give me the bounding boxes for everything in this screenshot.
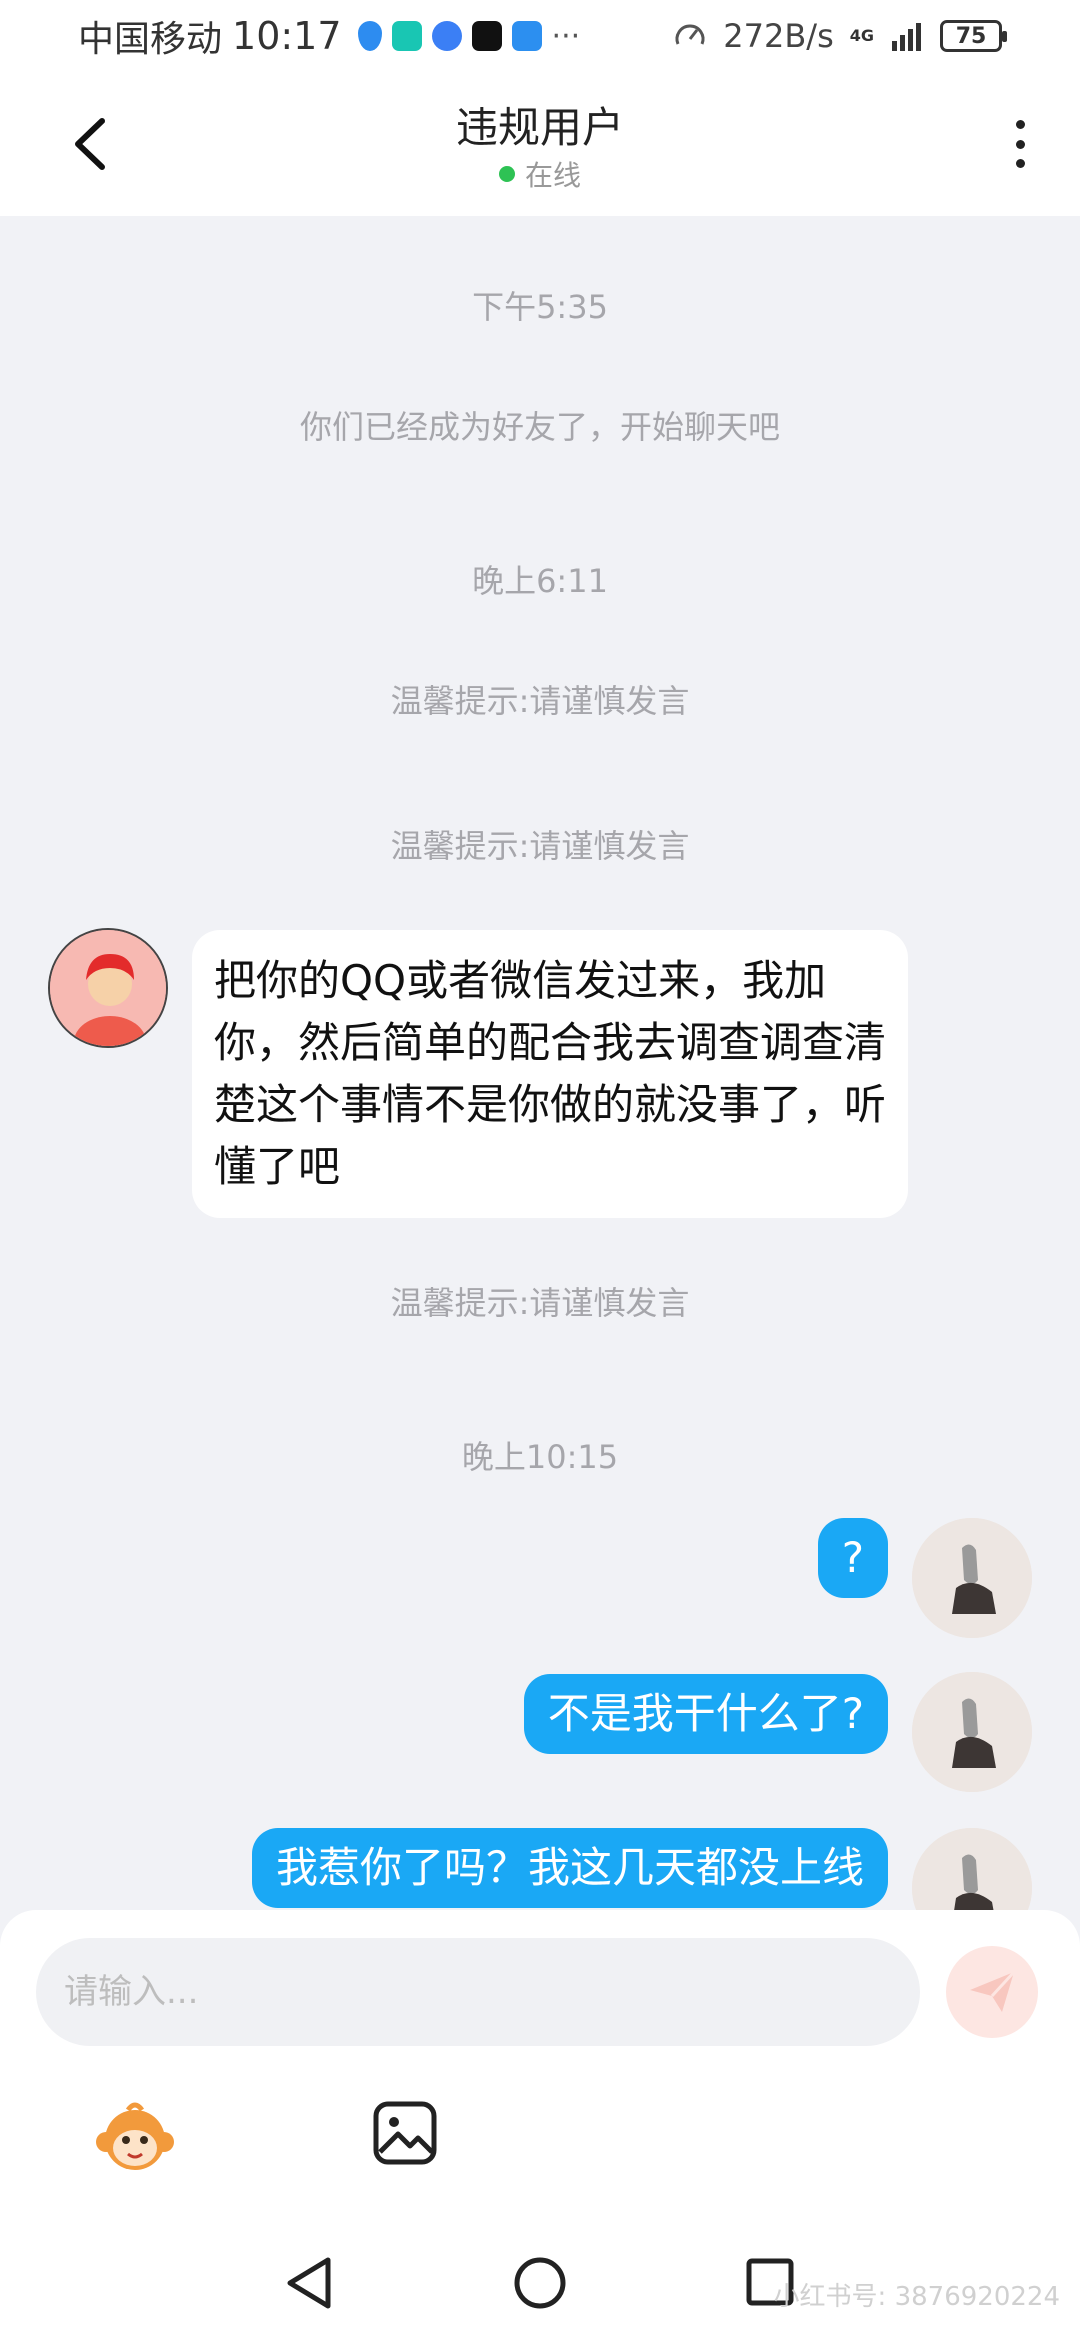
my-avatar[interactable] [912,1828,1032,1916]
chat-header: 违规用户 在线 [0,72,1080,216]
signal-icon [892,23,921,51]
my-avatar[interactable] [912,1672,1032,1792]
more-options-button[interactable] [1000,114,1040,174]
image-icon [373,2101,437,2165]
friend-notice: 你们已经成为好友了，开始聊天吧 [299,408,780,446]
safety-tip: 温馨提示:请谨慎发言 [390,682,690,720]
nav-back-icon[interactable] [282,2254,336,2312]
sticker-button[interactable] [92,2096,178,2182]
shield-app-icon [357,21,382,51]
watermark: 小红书号: 3876920224 [773,2282,1060,2312]
network-type: 4G [849,26,874,45]
send-button[interactable] [946,1946,1038,2038]
system-nav-bar: 小红书号: 3876920224 [0,2230,1080,2340]
online-status: 在线 [0,154,1080,194]
timestamp: 下午5:35 [472,288,608,326]
speedometer-icon [675,24,705,45]
network-speed: 272B/s [723,17,834,55]
page-title: 违规用户 [455,103,624,152]
clock: 10:17 [232,14,342,58]
user-avatar-icon [912,1672,1032,1792]
online-dot-icon [498,166,515,182]
tiktok-app-icon [471,21,502,51]
input-area [0,1910,1080,2230]
timestamp: 晚上10:15 [461,1438,619,1476]
contact-avatar[interactable] [48,928,168,1048]
status-bar: 中国移动 10:17 ··· 272B/s 4G 75 [0,0,1080,72]
more-dot-icon [1015,159,1025,168]
safety-tip: 温馨提示:请谨慎发言 [390,827,690,865]
more-notifications-icon: ··· [551,18,581,54]
more-dot-icon [1015,120,1025,129]
nav-home-icon[interactable] [512,2254,568,2312]
user-avatar-icon [50,930,166,1046]
carrier-label: 中国移动 [78,19,223,60]
paper-plane-icon [970,1970,1016,2012]
outgoing-message[interactable]: 我惹你了吗？我这几天都没上线 [251,1828,888,1908]
user-avatar-icon [912,1518,1032,1638]
browser-app-icon [431,21,462,51]
monkey-sticker-icon [96,2102,174,2170]
image-button[interactable] [372,2100,438,2166]
safety-tip: 温馨提示:请谨慎发言 [390,1284,690,1322]
outgoing-message[interactable]: 不是我干什么了? [523,1674,888,1754]
weather-app-icon [511,21,542,51]
message-input[interactable] [36,1938,920,2046]
more-dot-icon [1015,139,1025,149]
my-avatar[interactable] [912,1518,1032,1638]
online-status-label: 在线 [524,159,581,192]
user-avatar-icon [912,1828,1032,1916]
outgoing-message[interactable]: ? [817,1518,888,1598]
timestamp: 晚上6:11 [472,562,608,600]
home-app-icon [391,21,422,51]
incoming-message[interactable]: 把你的QQ或者微信发过来，我加你，然后简单的配合我去调查调查清楚这个事情不是你做… [192,930,908,1218]
battery-icon: 75 [940,20,1007,52]
chat-area[interactable]: 下午5:35 你们已经成为好友了，开始聊天吧 晚上6:11 温馨提示:请谨慎发言… [0,216,1080,1916]
battery-level: 75 [955,23,987,49]
